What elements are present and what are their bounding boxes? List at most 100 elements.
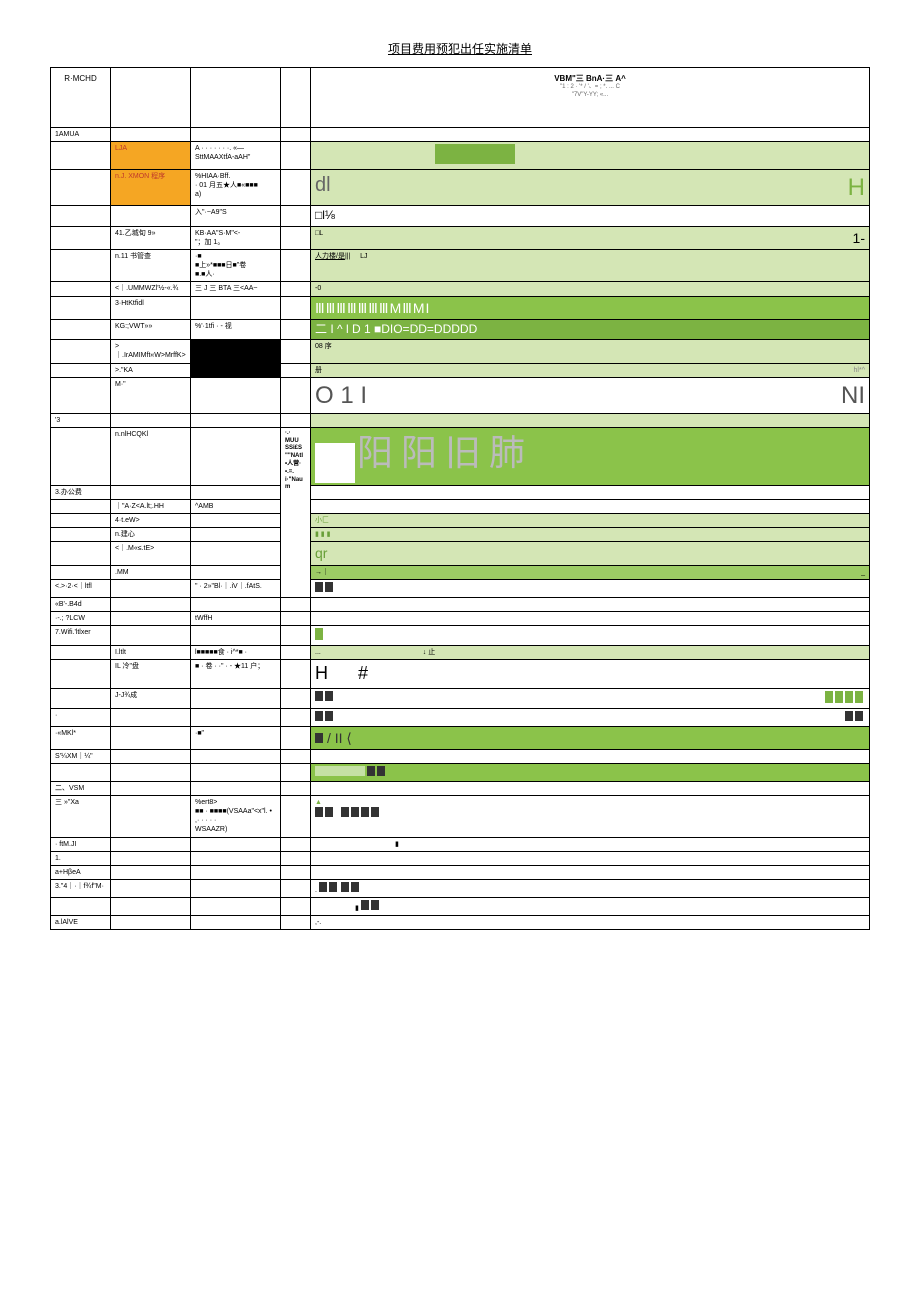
cell-c3-17 bbox=[191, 528, 281, 542]
cell-c5-8: 二 I ^ l D 1 ■DIO=DD=DDDDD bbox=[311, 319, 870, 340]
cell-c2-34 bbox=[111, 851, 191, 865]
cell-c1-30 bbox=[51, 764, 111, 782]
cell-c1-24 bbox=[51, 646, 111, 660]
cell-c4-36 bbox=[281, 879, 311, 897]
cell-c3-20: " · 2»"Bl·｜.iV｜.fAtS. bbox=[191, 579, 281, 597]
cell-c5-21 bbox=[311, 597, 870, 611]
cell-c2-7: 3·HtKtfidl bbox=[111, 296, 191, 319]
cell-c5-27 bbox=[311, 708, 870, 726]
cell-c5-17: ▮ ▮ ▮ bbox=[311, 528, 870, 542]
doc-title: 项目费用预犯出任实施清单 bbox=[50, 40, 870, 57]
cell-c5-3: □l⅛ bbox=[311, 206, 870, 227]
cell-c1-14: 3.办公费 bbox=[51, 486, 111, 500]
cell-c5-34 bbox=[311, 851, 870, 865]
cell-c4-13: ·.· MUU SSi£S ""NAtl •人营· •.=. i·"Nau m bbox=[281, 427, 311, 597]
cell-c5-9: 08 序 bbox=[311, 340, 870, 363]
cell-c5-28: / II ⟨ bbox=[311, 726, 870, 749]
cell-c1-35: a+HβeA bbox=[51, 865, 111, 879]
hdr-r1: VBM"三 BnA·三 A^ bbox=[317, 74, 863, 84]
cell-c2-36 bbox=[111, 879, 191, 897]
cell-c3-25: ■ · 卷 · ·" · - ★11 户； bbox=[191, 660, 281, 688]
cell-c3-3: 入"·~A9"S bbox=[191, 206, 281, 227]
cell-c3-34 bbox=[191, 851, 281, 865]
cell-c1-34: 1. bbox=[51, 851, 111, 865]
cell-c1-2 bbox=[51, 170, 111, 206]
cell-c4-21 bbox=[281, 597, 311, 611]
cell-c3-19 bbox=[191, 565, 281, 579]
cell-c4-3 bbox=[281, 206, 311, 227]
cell-c4-27 bbox=[281, 708, 311, 726]
cell-c2-9: >｜.IrAMIMft«W>MrffK> bbox=[111, 340, 191, 363]
cell-c2-37 bbox=[111, 897, 191, 915]
cell-c1-7 bbox=[51, 296, 111, 319]
cell-c3-23 bbox=[191, 625, 281, 645]
cell-c1-3 bbox=[51, 206, 111, 227]
cell-c3-13 bbox=[191, 427, 281, 485]
cell-c5-31 bbox=[311, 782, 870, 796]
cell-c4-30 bbox=[281, 764, 311, 782]
cell-c1-8 bbox=[51, 319, 111, 340]
cell-c2-30 bbox=[111, 764, 191, 782]
cell-c1-1 bbox=[51, 142, 111, 170]
cell-c1-5 bbox=[51, 250, 111, 282]
header-col1: R·MCHD bbox=[51, 68, 111, 128]
cell-c1-13 bbox=[51, 427, 111, 485]
cell-c1-18 bbox=[51, 542, 111, 565]
cell-c5-33: ▮ bbox=[311, 837, 870, 851]
cell-c2-14 bbox=[111, 486, 191, 500]
cell-c1-0: 1AMUA bbox=[51, 128, 111, 142]
cell-c2-6: <｜.UMMWZl'½-«.¾ bbox=[111, 282, 191, 296]
cell-c4-0 bbox=[281, 128, 311, 142]
cell-c5-13: 阳阳旧肺 bbox=[311, 427, 870, 485]
cell-c2-8: KG:;VWT»» bbox=[111, 319, 191, 340]
cell-c2-11: M·" bbox=[111, 377, 191, 413]
cell-c3-14 bbox=[191, 486, 281, 500]
cell-c4-25 bbox=[281, 660, 311, 688]
cell-c5-14 bbox=[311, 486, 870, 500]
hdr-r2: "1 : 2 · '* / '、= ; *. ... C bbox=[317, 84, 863, 92]
header-right: VBM"三 BnA·三 A^ "1 : 2 · '* / '、= ; *. ..… bbox=[311, 68, 870, 128]
cell-c5-0 bbox=[311, 128, 870, 142]
cell-c1-38: a.lAlVE bbox=[51, 916, 111, 930]
cell-c5-5: 人力楼/是||| LJ bbox=[311, 250, 870, 282]
cell-c1-11 bbox=[51, 377, 111, 413]
cell-c2-19: .MM bbox=[111, 565, 191, 579]
cell-c3-8: %'·1tfi · - 视 bbox=[191, 319, 281, 340]
cell-c5-23 bbox=[311, 625, 870, 645]
cell-c5-24: ... ↓ 止 bbox=[311, 646, 870, 660]
cell-c4-12 bbox=[281, 413, 311, 427]
cell-c1-22: ·-.; ?LCW bbox=[51, 611, 111, 625]
cell-c2-21 bbox=[111, 597, 191, 611]
cell-c3-29 bbox=[191, 749, 281, 763]
cell-c1-32: 三 »"Xa bbox=[51, 796, 111, 837]
cell-c2-12 bbox=[111, 413, 191, 427]
cell-c1-36: 3."4｜·｜f¾f"M· bbox=[51, 879, 111, 897]
cell-c3-30 bbox=[191, 764, 281, 782]
cell-c1-28: ·«MKl* bbox=[51, 726, 111, 749]
main-table: R·MCHD VBM"三 BnA·三 A^ "1 : 2 · '* / '、= … bbox=[50, 67, 870, 930]
cell-c4-7 bbox=[281, 296, 311, 319]
cell-c3-0 bbox=[191, 128, 281, 142]
header-col3 bbox=[191, 68, 281, 128]
cell-c5-36: . bbox=[311, 879, 870, 897]
cell-c3-28: ·■" bbox=[191, 726, 281, 749]
cell-c5-19: →｜ _ bbox=[311, 565, 870, 579]
cell-c3-27 bbox=[191, 708, 281, 726]
cell-c5-12 bbox=[311, 413, 870, 427]
cell-c1-9 bbox=[51, 340, 111, 363]
header-col2 bbox=[111, 68, 191, 128]
cell-c4-23 bbox=[281, 625, 311, 645]
cell-c2-15: ｜"A·Z<A.lt;.HH bbox=[111, 500, 191, 514]
cell-c3-5: ·■ ■上»*■■■日■"卷 ■.■人· bbox=[191, 250, 281, 282]
cell-c1-17 bbox=[51, 528, 111, 542]
cell-c2-22 bbox=[111, 611, 191, 625]
cell-c1-16 bbox=[51, 514, 111, 528]
cell-c2-23 bbox=[111, 625, 191, 645]
cell-c2-33 bbox=[111, 837, 191, 851]
cell-c4-24 bbox=[281, 646, 311, 660]
cell-c2-31 bbox=[111, 782, 191, 796]
cell-c2-20 bbox=[111, 579, 191, 597]
cell-c3-7 bbox=[191, 296, 281, 319]
cell-c3-2: %HIAA·Bff. · 01 月五★人■«■■■ a) bbox=[191, 170, 281, 206]
cell-c1-25 bbox=[51, 660, 111, 688]
